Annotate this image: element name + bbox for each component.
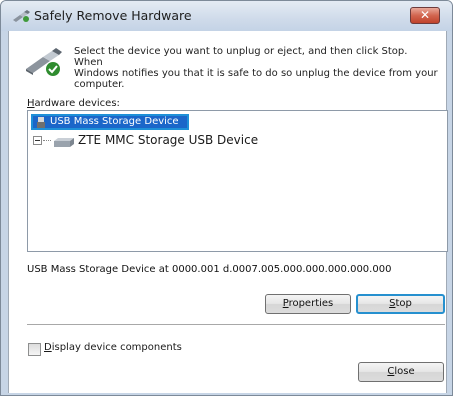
display-device-components-label[interactable]: Display device components (44, 342, 182, 353)
hardware-devices-label: Hardware devices: (27, 98, 120, 109)
dialog-body: Select the device you want to unplug or … (8, 31, 448, 393)
usb-device-eject-icon (26, 48, 62, 76)
collapse-toggle-icon[interactable] (33, 136, 42, 145)
close-button[interactable]: Close (358, 362, 444, 382)
properties-button[interactable]: Properties (265, 294, 351, 314)
device-item-zte-mmc-storage[interactable]: ZTE MMC Storage USB Device (31, 133, 291, 149)
device-item-usb-mass-storage[interactable]: USB Mass Storage Device (31, 114, 189, 130)
hardware-devices-tree[interactable]: USB Mass Storage Device ZTE MMC Storage … (27, 110, 448, 252)
title-bar[interactable]: Safely Remove Hardware ✕ (1, 1, 452, 31)
usb-plug-icon (37, 117, 45, 128)
tree-connector-line (43, 140, 51, 141)
close-icon: ✕ (419, 8, 431, 22)
stop-button[interactable]: Stop (356, 294, 445, 314)
selected-device-location: USB Mass Storage Device at 0000.001 d.00… (27, 264, 392, 275)
instructions-text: Select the device you want to unplug or … (74, 46, 438, 90)
divider (27, 324, 445, 326)
close-window-button[interactable]: ✕ (410, 7, 440, 24)
window-title: Safely Remove Hardware (34, 8, 192, 23)
drive-icon (54, 138, 74, 147)
safely-remove-hardware-window: Safely Remove Hardware ✕ Select the devi… (0, 0, 453, 396)
safely-remove-hardware-icon (13, 10, 30, 22)
display-device-components-checkbox[interactable] (28, 343, 41, 356)
